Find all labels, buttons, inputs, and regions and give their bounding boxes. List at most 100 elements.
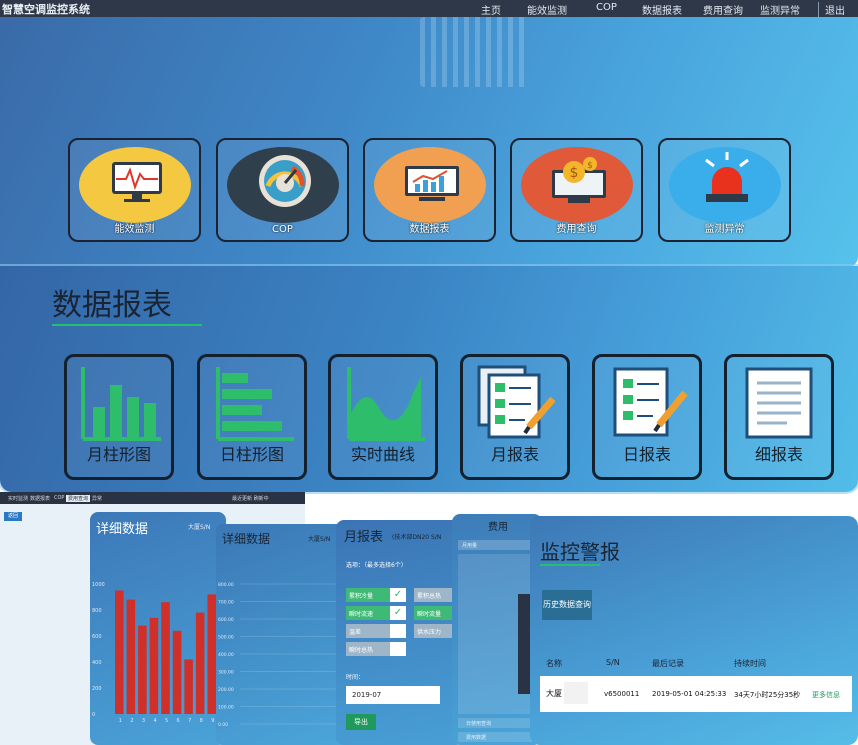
tile-energy-monitor[interactable]: 能效监测 xyxy=(68,138,201,242)
col-last-record: 最后记录 xyxy=(652,659,684,668)
y-tick-label: 400.00 xyxy=(218,652,234,658)
tile-label: 日报表 xyxy=(622,445,671,464)
title-underline xyxy=(540,564,600,566)
nav-home[interactable]: 主页 xyxy=(481,2,501,17)
nav-cost-query[interactable]: 费用查询 xyxy=(703,2,743,17)
tile-daily-report[interactable]: 日报表 xyxy=(592,354,702,480)
y-tick-label: 800.00 xyxy=(218,582,234,588)
cell-sn: v6500011 xyxy=(604,690,640,698)
bar xyxy=(195,612,205,714)
checkbox[interactable] xyxy=(390,642,406,656)
tile-daily-bar-chart[interactable]: 日柱形图 xyxy=(197,354,307,480)
bar xyxy=(138,625,147,714)
y-tick-label: 700.00 xyxy=(218,600,234,606)
y-tick-label: 1000 xyxy=(92,582,105,588)
tile-label: 月报表 xyxy=(490,445,539,464)
menu-item[interactable]: 日使用查询 xyxy=(458,718,538,728)
menu-item[interactable]: 月用量 xyxy=(458,540,538,550)
export-button[interactable]: 导出 xyxy=(346,714,376,730)
panel-header: 实时监测 数据报表 COP 费用查询 异常 最近更新 刷新中 xyxy=(0,492,305,504)
panel-title: 详细数据 xyxy=(96,522,149,537)
check-icon: ✓ xyxy=(390,588,406,602)
cell-name: 大厦 xyxy=(546,689,562,698)
col-duration: 持续时间 xyxy=(734,659,766,668)
home-hero: 能效监测 COP 数据报表 $ $ 费用查询 监测异常 xyxy=(0,17,858,267)
checkbox[interactable] xyxy=(390,624,406,638)
options-hint: 选项：（最多选择6个） xyxy=(346,562,407,569)
detail-bar-panel: 详细数据 大厦S/N 1000 800 600 400 200 0 1 2 3 4 5 6 7 8 9 xyxy=(90,512,226,745)
back-button[interactable]: 返回 xyxy=(4,512,22,521)
chart-monitor-icon xyxy=(405,166,459,201)
tile-anomaly[interactable]: 监测异常 xyxy=(658,138,791,242)
col-sn: S/N xyxy=(606,658,620,667)
tile-cop[interactable]: COP xyxy=(216,138,349,242)
more-info-link[interactable]: 更多信息 xyxy=(812,690,840,700)
tile-data-report[interactable]: 数据报表 xyxy=(363,138,496,242)
building-decoration xyxy=(420,17,530,87)
y-tick-label: 200.00 xyxy=(218,687,234,693)
tile-realtime-curve[interactable]: 实时曲线 xyxy=(328,354,438,480)
bar xyxy=(207,594,216,714)
monthly-report-panel: 月报表 (技术部DN20 S/N 选项：（最多选择6个） 累积冷量 ✓ 累积总热… xyxy=(336,520,464,745)
redacted-block xyxy=(564,682,588,704)
tab-cost[interactable]: 费用查询 xyxy=(66,495,91,502)
tab-anomaly[interactable]: 异常 xyxy=(92,495,102,502)
document-icon xyxy=(745,367,813,439)
nav-energy-monitor[interactable]: 能效监测 xyxy=(527,2,567,17)
bar xyxy=(161,602,170,714)
cost-panel: 费用 月用量 日使用查询 费用数据 xyxy=(452,514,542,745)
tile-label: 细报表 xyxy=(754,445,803,464)
panel-title: 月报表 xyxy=(344,530,384,545)
app-title: 智慧空调监控系统 xyxy=(2,3,90,16)
nav-data-report[interactable]: 数据报表 xyxy=(642,2,682,17)
bar xyxy=(184,659,193,714)
gauge-icon xyxy=(259,155,311,207)
table-row: 大厦 v6500011 2019-05-01 04:25:33 34天7小时25… xyxy=(540,676,852,712)
y-tick-label: 300.00 xyxy=(218,670,234,676)
tile-monthly-report[interactable]: 月报表 xyxy=(460,354,570,480)
x-tick-label: 3 xyxy=(142,718,145,724)
checklist-pencil-icon xyxy=(477,365,556,439)
tab-realtime[interactable]: 实时监测 xyxy=(8,495,28,502)
money-monitor-icon: $ $ xyxy=(552,157,606,203)
update-status: 最近更新 刷新中 xyxy=(232,496,269,502)
alarm-panel: 监控警报 历史数据查询 名称 S/N 最后记录 持续时间 大厦 v6500011… xyxy=(530,516,858,745)
bar xyxy=(115,590,124,714)
y-tick-label: 400 xyxy=(92,660,102,666)
col-name: 名称 xyxy=(546,659,562,668)
menu-item[interactable]: 费用数据 xyxy=(458,732,538,742)
logout-button[interactable]: 退出 xyxy=(818,2,845,17)
title-underline xyxy=(52,324,202,326)
panel-title: 费用 xyxy=(488,522,508,533)
tile-label: 数据报表 xyxy=(409,224,450,235)
tile-cost-query[interactable]: $ $ 费用查询 xyxy=(510,138,643,242)
x-tick-label: 7 xyxy=(188,718,191,724)
checklist-pencil-icon xyxy=(613,367,688,437)
tile-label: 费用查询 xyxy=(556,224,597,235)
tile-label: 实时曲线 xyxy=(350,445,415,464)
tile-monthly-bar-chart[interactable]: 月柱形图 xyxy=(64,354,174,480)
x-tick-label: 2 xyxy=(130,718,133,724)
tile-detail-report[interactable]: 细报表 xyxy=(724,354,834,480)
x-tick-label: 1 xyxy=(119,718,122,724)
tab-cop[interactable]: COP xyxy=(54,495,64,501)
tab-report[interactable]: 数据报表 xyxy=(30,495,50,502)
menu-body xyxy=(458,554,536,714)
monitor-pulse-icon xyxy=(112,162,162,202)
check-icon: ✓ xyxy=(390,606,406,620)
tile-label: 能效监测 xyxy=(114,224,155,235)
nav-anomaly[interactable]: 监测异常 xyxy=(760,2,800,17)
y-tick-label: 800 xyxy=(92,608,102,614)
data-report-panel: 数据报表 月柱形图 日柱形图 实时曲线 月报表 日报表 细报表 xyxy=(0,266,858,492)
y-tick-label: 600.00 xyxy=(218,617,234,623)
bar-chart: 1000 800 600 400 200 0 1 2 3 4 5 6 7 8 9 xyxy=(92,582,216,724)
bar-chart-icon xyxy=(81,367,161,441)
month-input[interactable]: 2019-07 xyxy=(346,686,440,704)
tile-label: 监测异常 xyxy=(704,224,745,235)
y-tick-label: 0 xyxy=(92,712,95,718)
y-tick-label: 0.00 xyxy=(218,722,228,728)
nav-cop[interactable]: COP xyxy=(596,2,617,13)
history-query-button[interactable]: 历史数据查询 xyxy=(542,590,592,620)
panel-subtitle: 大厦S/N xyxy=(308,536,331,543)
x-tick-label: 9 xyxy=(211,718,214,724)
